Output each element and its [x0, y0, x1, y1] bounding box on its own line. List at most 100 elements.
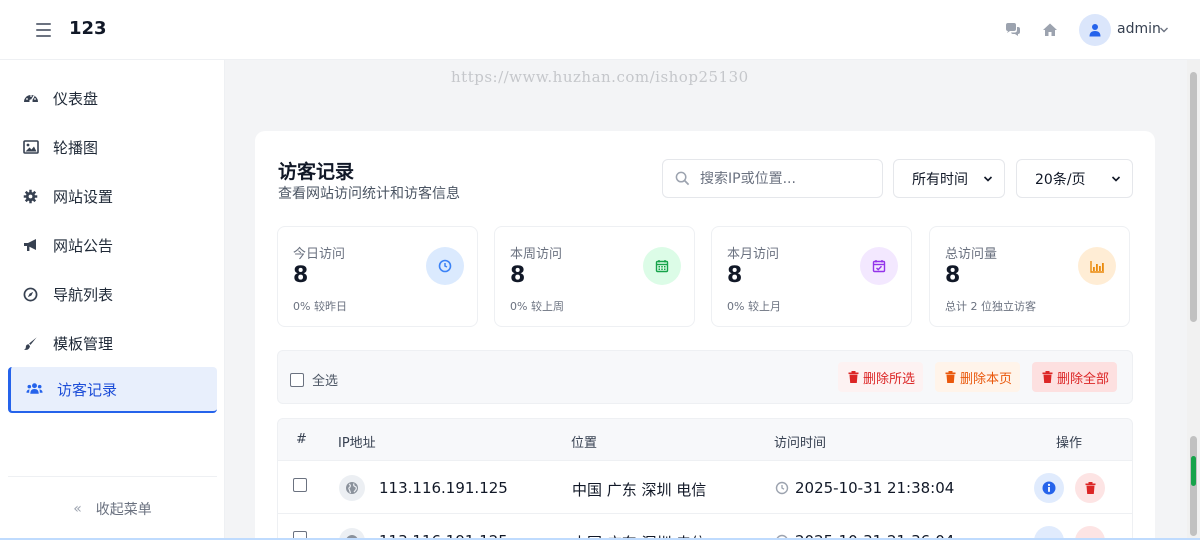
- column-header-actions: 操作: [1056, 436, 1083, 451]
- users-icon: [26, 381, 43, 398]
- tachometer-icon: [22, 90, 39, 107]
- sidebar-item-visitor-records[interactable]: 访客记录: [8, 367, 217, 413]
- delete-row-button[interactable]: [1075, 473, 1105, 503]
- trash-icon: [1042, 371, 1053, 383]
- compass-icon: [22, 286, 39, 303]
- stat-note: 总计 2 位独立访客: [945, 300, 1036, 313]
- sidebar-item-carousel[interactable]: 轮播图: [8, 125, 217, 169]
- table-row: 113.116.191.125 中国 广东 深圳 电信 2025-10-31 2…: [277, 514, 1133, 540]
- chevron-down-icon: [983, 176, 993, 182]
- row-checkbox[interactable]: [293, 478, 307, 492]
- bullhorn-icon: [22, 237, 39, 254]
- page-title: 访客记录: [278, 161, 355, 183]
- scroll-indicator: [1191, 456, 1196, 486]
- trash-icon: [1085, 482, 1095, 494]
- stat-value: 8: [945, 263, 961, 288]
- calendar-check-icon: [860, 247, 898, 285]
- sidebar: 仪表盘 轮播图 网站设置 网站公告 导航列表 模板管理 访客记录 « 收起菜单: [0, 60, 225, 540]
- sidebar-item-label: 模板管理: [53, 334, 114, 353]
- sidebar-item-label: 访客记录: [57, 380, 118, 399]
- select-all-checkbox[interactable]: [290, 372, 304, 387]
- stat-value: 8: [727, 263, 743, 288]
- row-time: 2025-10-31 21:38:04: [795, 479, 955, 497]
- delete-all-label: 删除全部: [1057, 371, 1110, 387]
- column-header-time: 访问时间: [774, 436, 827, 451]
- sidebar-item-dashboard[interactable]: 仪表盘: [8, 76, 217, 120]
- bar-chart-icon: [1078, 247, 1116, 285]
- visitor-records-card: 访客记录 查看网站访问统计和访客信息 所有时间 20条/页 今日访问 8 0% …: [255, 131, 1155, 540]
- bulk-actions-toolbar: 全选 删除所选 删除本页 删除全部: [277, 350, 1133, 404]
- view-details-button[interactable]: [1034, 473, 1064, 503]
- stat-card-month: 本月访问 8 0% 较上月: [711, 226, 912, 327]
- sidebar-item-label: 网站设置: [53, 187, 114, 206]
- home-icon[interactable]: [1042, 22, 1058, 38]
- time-filter-value: 所有时间: [912, 171, 968, 188]
- image-icon: [22, 139, 39, 156]
- sidebar-item-label: 网站公告: [53, 236, 114, 255]
- search-icon: [675, 171, 690, 186]
- sidebar-item-navigation-list[interactable]: 导航列表: [8, 272, 217, 316]
- stat-label: 总访问量: [945, 247, 998, 262]
- stat-value: 8: [510, 263, 526, 288]
- page-size-value: 20条/页: [1035, 171, 1086, 188]
- row-ip: 113.116.191.125: [379, 479, 508, 497]
- delete-selected-label: 删除所选: [863, 371, 916, 387]
- stat-card-total: 总访问量 8 总计 2 位独立访客: [929, 226, 1130, 327]
- trash-icon: [848, 371, 859, 383]
- comments-icon[interactable]: [1005, 22, 1021, 38]
- clock-icon: [426, 247, 464, 285]
- delete-page-button[interactable]: 删除本页: [935, 362, 1021, 392]
- sidebar-item-template-management[interactable]: 模板管理: [8, 321, 217, 365]
- trash-icon: [945, 371, 956, 383]
- stat-note: 0% 较昨日: [293, 300, 347, 313]
- search-input[interactable]: [700, 170, 870, 187]
- stat-label: 本周访问: [510, 247, 563, 262]
- sidebar-item-label: 仪表盘: [53, 89, 99, 108]
- sidebar-item-label: 轮播图: [53, 138, 99, 157]
- watermark-text: https://www.huzhan.com/ishop25130: [451, 68, 749, 86]
- delete-all-button[interactable]: 删除全部: [1032, 362, 1118, 392]
- avatar[interactable]: [1079, 14, 1111, 46]
- stat-label: 本月访问: [727, 247, 780, 262]
- delete-page-label: 删除本页: [960, 371, 1013, 387]
- sidebar-item-label: 导航列表: [53, 285, 114, 304]
- sidebar-item-announcements[interactable]: 网站公告: [8, 223, 217, 267]
- sidebar-item-site-settings[interactable]: 网站设置: [8, 174, 217, 218]
- stat-label: 今日访问: [293, 247, 346, 262]
- page-scrollbar[interactable]: [1187, 60, 1200, 540]
- column-header-location: 位置: [571, 436, 598, 451]
- stat-card-today: 今日访问 8 0% 较昨日: [277, 226, 478, 327]
- top-header: 123 admin: [0, 0, 1200, 60]
- stat-value: 8: [293, 263, 309, 288]
- stat-note: 0% 较上月: [727, 300, 781, 313]
- stat-card-week: 本周访问 8 0% 较上周: [494, 226, 695, 327]
- row-location: 中国 广东 深圳 电信: [572, 481, 707, 499]
- user-icon: [1089, 24, 1101, 37]
- delete-selected-button[interactable]: 删除所选: [838, 362, 924, 392]
- time-filter-select[interactable]: 所有时间: [893, 159, 1005, 198]
- double-chevron-left-icon: «: [73, 500, 82, 517]
- stat-note: 0% 较上周: [510, 300, 564, 313]
- calendar-icon: [643, 247, 681, 285]
- app-title: 123: [69, 18, 107, 39]
- column-header-ip: IP地址: [338, 436, 376, 451]
- page-size-select[interactable]: 20条/页: [1016, 159, 1133, 198]
- user-name[interactable]: admin: [1117, 21, 1161, 37]
- select-all-label: 全选: [312, 374, 339, 389]
- scrollbar-thumb[interactable]: [1190, 72, 1197, 322]
- table-row: 113.116.191.125 中国 广东 深圳 电信 2025-10-31 2…: [277, 461, 1133, 514]
- column-header-index: #: [296, 432, 307, 447]
- collapse-menu-button[interactable]: « 收起菜单: [8, 476, 217, 540]
- info-icon: [1042, 481, 1056, 495]
- menu-icon[interactable]: [36, 23, 51, 37]
- search-box[interactable]: [662, 159, 883, 198]
- table-header: # IP地址 位置 访问时间 操作: [277, 418, 1133, 461]
- paint-brush-icon: [22, 335, 39, 352]
- clock-icon: [775, 481, 789, 495]
- page-subtitle: 查看网站访问统计和访客信息: [278, 186, 460, 202]
- collapse-menu-label: 收起菜单: [95, 501, 152, 518]
- select-all[interactable]: 全选: [290, 370, 338, 389]
- chevron-down-icon: [1111, 176, 1121, 182]
- chevron-down-icon[interactable]: [1159, 25, 1169, 35]
- scrollbar-thumb-secondary[interactable]: [1190, 436, 1197, 536]
